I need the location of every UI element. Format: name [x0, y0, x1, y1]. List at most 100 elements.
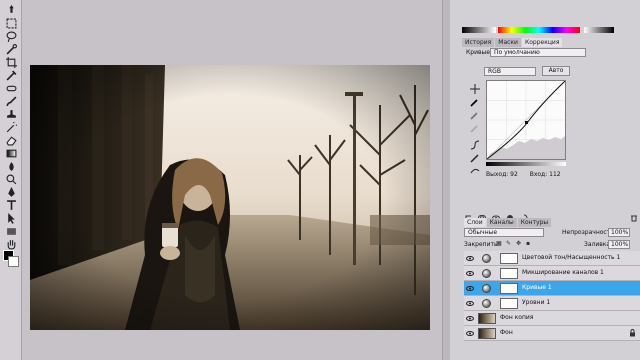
lock-transparency-icon[interactable]: ▦ [496, 240, 502, 247]
lock-all-icon[interactable]: ▪ [526, 240, 532, 247]
color-swatches[interactable] [3, 250, 19, 268]
delete-adjustment-icon[interactable] [630, 207, 638, 222]
layers-tabs: Слои Каналы Контуры [464, 218, 638, 227]
right-panels: История Маски Коррекция Кривые По умолча… [450, 0, 640, 360]
visibility-icon[interactable] [492, 207, 500, 221]
tab-paths[interactable]: Контуры [517, 218, 552, 227]
crop-tool-icon[interactable] [3, 56, 19, 68]
color-spectrum[interactable] [498, 27, 580, 33]
white-point-eyedropper-icon[interactable] [468, 121, 482, 134]
adjustment-layer-icon [482, 269, 491, 278]
document-image[interactable] [30, 65, 430, 330]
layer-row-selected[interactable]: Кривые 1 [464, 281, 640, 296]
layer-row[interactable]: Уровни 1 [464, 296, 640, 311]
layers-list: Цветовой тон/Насыщенность 1 Микширование… [464, 251, 640, 341]
blur-tool-icon[interactable] [3, 160, 19, 172]
quick-select-tool-icon[interactable] [3, 43, 19, 55]
opacity-input[interactable]: 100% [608, 228, 630, 237]
input-value: Вход: 112 [529, 171, 561, 178]
adjustment-layer-icon [482, 284, 491, 293]
layer-name[interactable]: Кривые 1 [522, 284, 552, 291]
eyedropper-tool-icon[interactable] [3, 69, 19, 81]
tab-masks[interactable]: Маски [495, 38, 521, 47]
lock-icon [630, 329, 635, 337]
input-gradient [486, 162, 566, 166]
tab-history[interactable]: История [462, 38, 495, 47]
lasso-tool-icon[interactable] [3, 30, 19, 42]
lock-position-icon[interactable]: ✥ [516, 240, 522, 247]
eye-icon[interactable] [466, 300, 474, 307]
return-icon[interactable] [464, 207, 472, 222]
swatch-ramp[interactable] [584, 27, 614, 33]
layer-mask-thumbnail[interactable] [500, 298, 518, 309]
on-image-adjust-icon[interactable] [468, 82, 482, 95]
layer-row[interactable]: Микширование каналов 1 [464, 266, 640, 281]
tab-layers[interactable]: Слои [464, 218, 486, 227]
marquee-tool-icon[interactable] [3, 17, 19, 29]
pen-tool-icon[interactable] [3, 186, 19, 198]
lock-options: ▦ ✎ ✥ ▪ [496, 240, 532, 247]
eye-icon[interactable] [466, 255, 474, 262]
auto-button[interactable]: Авто [542, 66, 570, 76]
layer-name[interactable]: Микширование каналов 1 [522, 269, 604, 276]
curve-readout: Выход: 92 Вход: 112 [486, 171, 571, 178]
eye-icon[interactable] [466, 285, 474, 292]
layer-name[interactable]: Фон [500, 329, 513, 336]
eye-icon[interactable] [466, 315, 474, 322]
reset-icon[interactable] [520, 207, 528, 222]
curves-preset-select[interactable]: По умолчанию [490, 48, 586, 57]
background-color[interactable] [8, 256, 19, 267]
layer-mask-thumbnail[interactable] [500, 283, 518, 294]
layer-row[interactable]: Фон копия [464, 311, 640, 326]
layer-row[interactable]: Фон [464, 326, 640, 341]
pencil-draw-icon[interactable] [468, 151, 482, 164]
brush-tool-icon[interactable] [3, 95, 19, 107]
gradient-tool-icon[interactable] [3, 147, 19, 159]
path-select-tool-icon[interactable] [3, 212, 19, 224]
history-brush-tool-icon[interactable] [3, 121, 19, 133]
eye-icon[interactable] [466, 330, 474, 337]
curves-side-tools [468, 82, 482, 177]
layer-mask-thumbnail[interactable] [500, 253, 518, 264]
hand-tool-icon[interactable] [3, 238, 19, 250]
tab-channels[interactable]: Каналы [486, 218, 517, 227]
lock-label: Закрепить: [464, 241, 500, 248]
eraser-tool-icon[interactable] [3, 134, 19, 146]
clone-stamp-tool-icon[interactable] [3, 108, 19, 120]
panel-dock-divider[interactable] [442, 0, 450, 360]
clip-layer-icon[interactable] [478, 207, 486, 221]
curves-title: Кривые [466, 49, 490, 56]
adjustments-tabs: История Маски Коррекция [462, 38, 638, 48]
previous-state-icon[interactable] [506, 207, 514, 221]
layer-thumbnail[interactable] [478, 313, 496, 324]
blend-mode-select[interactable]: Обычные [464, 228, 544, 237]
healing-brush-tool-icon[interactable] [3, 82, 19, 94]
black-point-eyedropper-icon[interactable] [468, 95, 482, 108]
tab-adjustments[interactable]: Коррекция [521, 38, 563, 47]
curve-edit-icon[interactable] [468, 138, 482, 151]
tools-panel [0, 0, 22, 360]
layer-mask-thumbnail[interactable] [500, 268, 518, 279]
lock-pixels-icon[interactable]: ✎ [506, 240, 512, 247]
adjustment-layer-icon [482, 254, 491, 263]
output-value: Выход: 92 [486, 171, 518, 178]
move-tool-icon[interactable] [3, 4, 19, 16]
shape-tool-icon[interactable] [3, 225, 19, 237]
smooth-curve-icon[interactable] [468, 164, 482, 177]
adjustments-panel-footer [464, 207, 638, 222]
gray-point-eyedropper-icon[interactable] [468, 108, 482, 121]
document-canvas-area [22, 0, 442, 360]
grayscale-ramp[interactable] [462, 27, 496, 33]
layer-name[interactable]: Фон копия [500, 314, 533, 321]
dodge-tool-icon[interactable] [3, 173, 19, 185]
layer-name[interactable]: Уровни 1 [522, 299, 550, 306]
adjustment-layer-icon [482, 299, 491, 308]
curves-graph[interactable] [486, 80, 566, 160]
layer-name[interactable]: Цветовой тон/Насыщенность 1 [522, 254, 620, 261]
layer-thumbnail[interactable] [478, 328, 496, 339]
channel-select[interactable]: RGB [484, 67, 536, 76]
fill-input[interactable]: 100% [608, 240, 630, 249]
layer-row[interactable]: Цветовой тон/Насыщенность 1 [464, 251, 640, 266]
type-tool-icon[interactable] [3, 199, 19, 211]
eye-icon[interactable] [466, 270, 474, 277]
